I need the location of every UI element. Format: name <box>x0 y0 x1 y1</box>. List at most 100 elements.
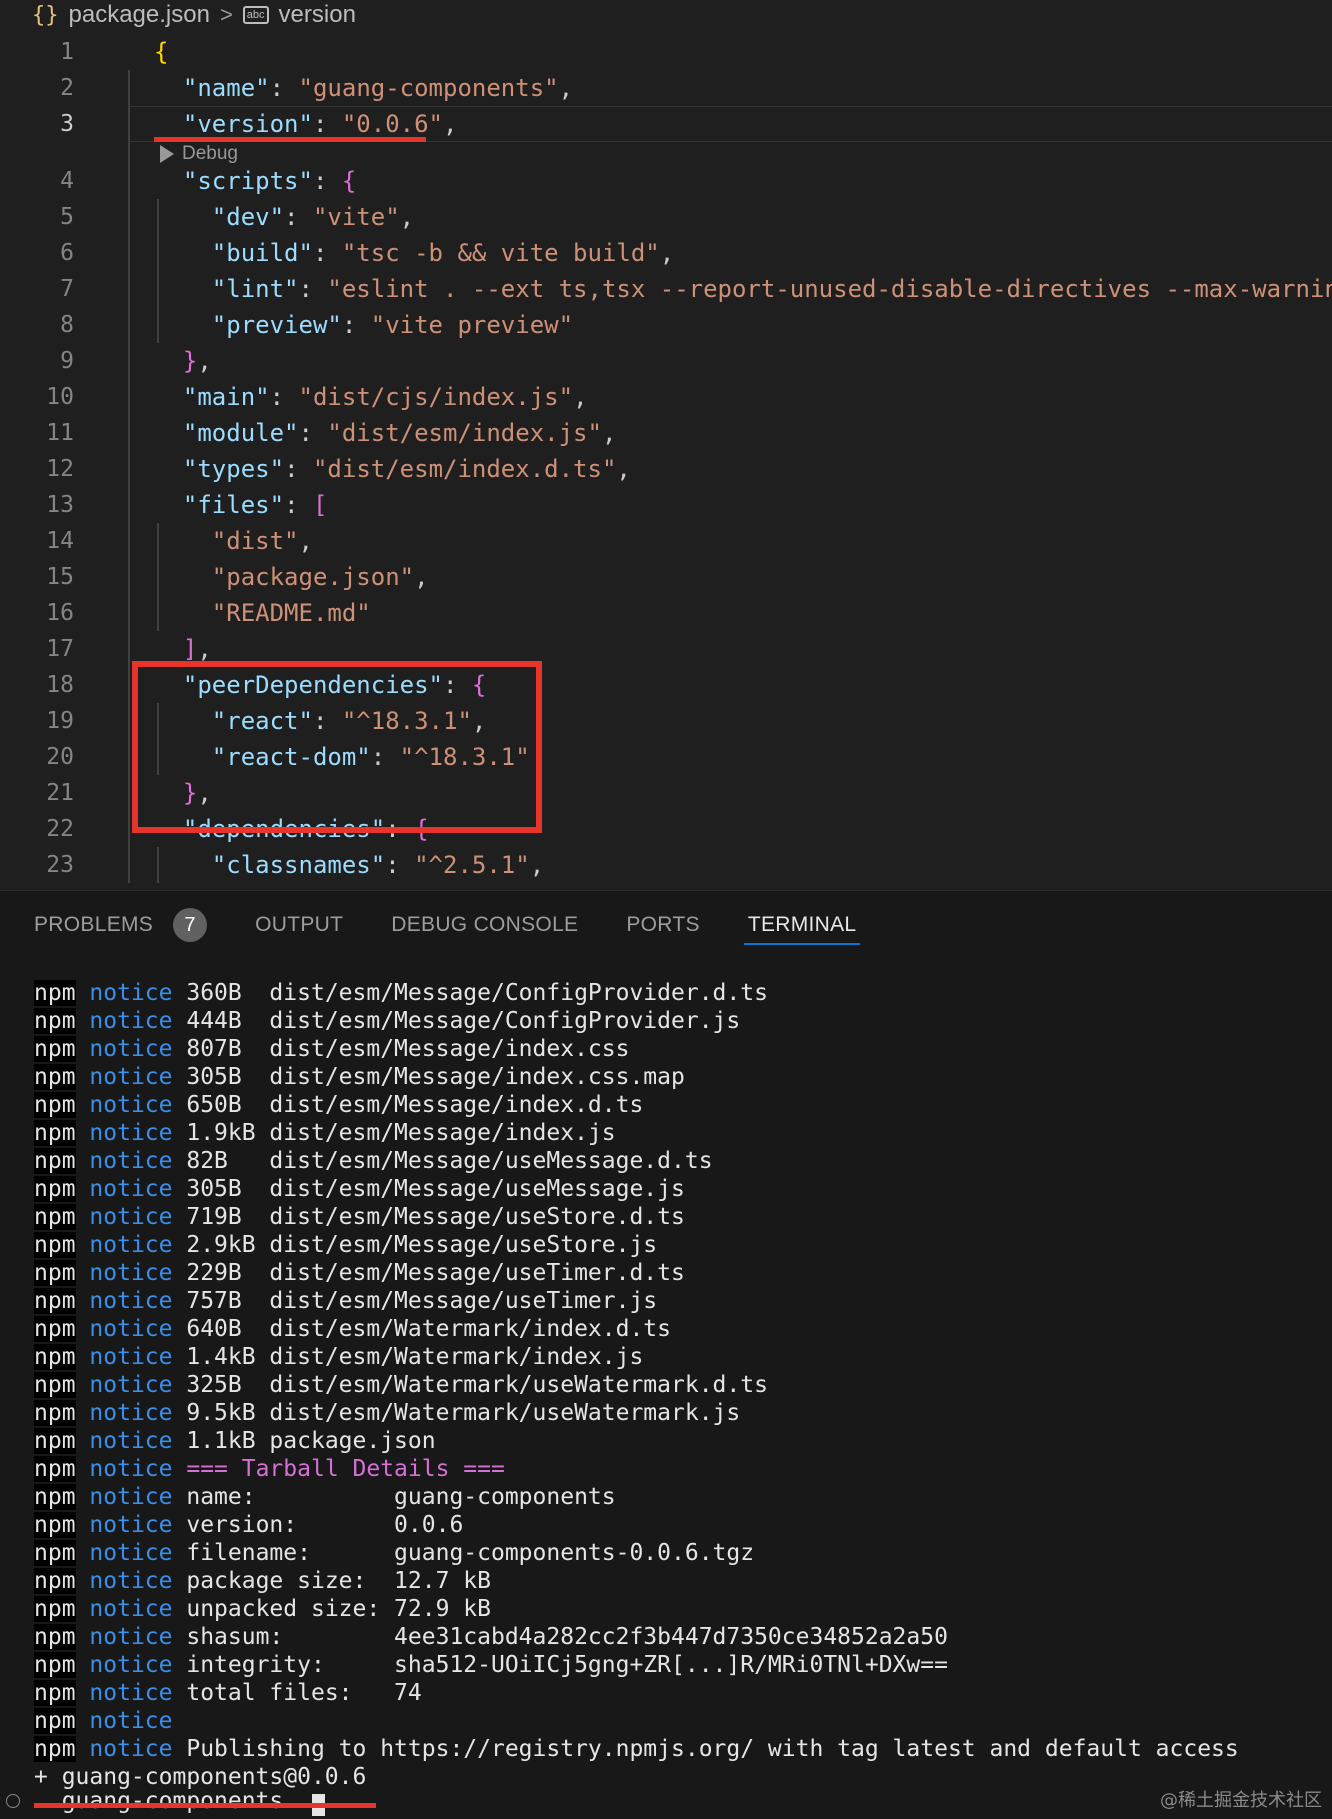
terminal-line: npm notice 807B dist/esm/Message/index.c… <box>34 1035 1324 1063</box>
code-token: "classnames" <box>211 851 386 879</box>
line-number: 5 <box>60 204 74 230</box>
code-token: "files" <box>182 491 285 519</box>
line-number: 3 <box>60 111 74 137</box>
terminal-line-text: shasum: 4ee31cabd4a282cc2f3b447d7350ce34… <box>172 1624 948 1650</box>
terminal-output[interactable]: npm notice 360B dist/esm/Message/ConfigP… <box>34 979 1324 1791</box>
terminal-line-text: 325B dist/esm/Watermark/useWatermark.d.t… <box>172 1372 768 1398</box>
code-text: "types": "dist/esm/index.d.ts", <box>154 455 631 483</box>
npm-prefix: npm <box>34 1624 76 1650</box>
notice-label: notice <box>89 1512 173 1538</box>
notice-label: notice <box>89 1232 173 1258</box>
code-token: "package.json" <box>211 563 415 591</box>
tab-problems[interactable]: PROBLEMS 7 <box>34 891 208 959</box>
code-text: { <box>154 38 168 66</box>
string-symbol-icon: abc <box>242 6 269 24</box>
code-token: } <box>182 347 198 375</box>
tab-ports[interactable]: PORTS <box>626 891 699 959</box>
tab-debug-console[interactable]: DEBUG CONSOLE <box>391 891 578 959</box>
terminal-line: npm notice 640B dist/esm/Watermark/index… <box>34 1315 1324 1343</box>
code-line[interactable]: 8 "preview": "vite preview" <box>0 307 1332 343</box>
npm-prefix: npm <box>34 1568 76 1594</box>
line-number: 10 <box>46 384 74 410</box>
debug-codelens[interactable]: Debug <box>160 139 238 169</box>
code-line[interactable]: 15 "package.json", <box>0 559 1332 595</box>
tab-label: PORTS <box>626 913 700 936</box>
publish-result: + guang-components@0.0.6 <box>34 1764 367 1790</box>
code-token: { <box>341 167 357 195</box>
terminal-line-text: 807B dist/esm/Message/index.css <box>172 1036 630 1062</box>
terminal-line: npm notice name: guang-components <box>34 1483 1324 1511</box>
code-token: "lint" <box>211 275 299 303</box>
code-editor[interactable]: 1{2 "name": "guang-components", 3 "versio… <box>0 34 1332 890</box>
code-text: "scripts": { <box>154 167 356 195</box>
notice-label: notice <box>89 1176 173 1202</box>
code-token: [ <box>312 491 328 519</box>
tab-terminal[interactable]: TERMINAL <box>743 891 861 959</box>
code-line[interactable]: 16 "README.md" <box>0 595 1332 631</box>
code-line[interactable]: 23 "classnames": "^2.5.1", <box>0 847 1332 883</box>
code-line[interactable]: 11 "module": "dist/esm/index.js", <box>0 415 1332 451</box>
terminal-line: npm notice 444B dist/esm/Message/ConfigP… <box>34 1007 1324 1035</box>
notice-label: notice <box>89 1596 173 1622</box>
line-number: 18 <box>46 672 74 698</box>
terminal-line-text: name: guang-components <box>172 1484 616 1510</box>
code-token: : <box>284 455 313 483</box>
tab-label: DEBUG CONSOLE <box>391 913 579 936</box>
breadcrumb-symbol[interactable]: version <box>279 1 356 29</box>
code-token: "vite preview" <box>370 311 574 339</box>
terminal-line-text: filename: guang-components-0.0.6.tgz <box>172 1540 755 1566</box>
code-token: , <box>558 74 574 102</box>
code-token: "types" <box>182 455 285 483</box>
annotation-underline <box>154 137 426 142</box>
terminal-line-text: 82B dist/esm/Message/useMessage.d.ts <box>172 1148 713 1174</box>
code-line[interactable]: 14 "dist", <box>0 523 1332 559</box>
code-token: "dist/esm/index.d.ts" <box>312 455 617 483</box>
circle-icon <box>6 1794 20 1808</box>
line-number: 9 <box>60 348 74 374</box>
terminal-line-text: 305B dist/esm/Message/useMessage.js <box>172 1176 685 1202</box>
npm-prefix: npm <box>34 1316 76 1342</box>
code-line[interactable]: 5 "dev": "vite", <box>0 199 1332 235</box>
npm-prefix: npm <box>34 1120 76 1146</box>
code-line[interactable]: 2 "name": "guang-components", <box>0 70 1332 106</box>
code-line[interactable]: 1{ <box>0 34 1332 70</box>
breadcrumb-file[interactable]: package.json <box>69 1 210 29</box>
code-text: ], <box>154 635 212 663</box>
notice-label: notice <box>89 1064 173 1090</box>
code-token: , <box>399 203 415 231</box>
terminal-line: npm notice 719B dist/esm/Message/useStor… <box>34 1203 1324 1231</box>
code-token: : <box>312 239 342 267</box>
code-line[interactable]: 9 }, <box>0 343 1332 379</box>
terminal-prompt-line[interactable]: guang-components <box>0 1788 1332 1818</box>
notice-label: notice <box>89 1344 173 1370</box>
code-text: "dist", <box>154 527 313 555</box>
code-line[interactable]: 10 "main": "dist/cjs/index.js", <box>0 379 1332 415</box>
code-token: "build" <box>211 239 313 267</box>
tab-output[interactable]: OUTPUT <box>255 891 343 959</box>
terminal-line: npm notice filename: guang-components-0.… <box>34 1539 1324 1567</box>
code-line[interactable]: 6 "build": "tsc -b && vite build", <box>0 235 1332 271</box>
terminal-line: npm notice 325B dist/esm/Watermark/useWa… <box>34 1371 1324 1399</box>
npm-prefix: npm <box>34 1680 76 1706</box>
npm-prefix: npm <box>34 1064 76 1090</box>
terminal-line: npm notice 2.9kB dist/esm/Message/useSto… <box>34 1231 1324 1259</box>
code-line[interactable]: 12 "types": "dist/esm/index.d.ts", <box>0 451 1332 487</box>
code-token: "0.0.6" <box>341 110 444 138</box>
code-token: "vite" <box>312 203 400 231</box>
notice-label: notice <box>89 1204 173 1230</box>
code-token: "dist" <box>211 527 299 555</box>
line-number: 13 <box>46 492 74 518</box>
code-line[interactable]: 13 "files": [ <box>0 487 1332 523</box>
code-token: , <box>573 383 588 411</box>
line-number: 20 <box>46 744 74 770</box>
code-line[interactable]: 7 "lint": "eslint . --ext ts,tsx --repor… <box>0 271 1332 307</box>
code-token: "name" <box>182 74 270 102</box>
terminal-line: npm notice 229B dist/esm/Message/useTime… <box>34 1259 1324 1287</box>
code-token: , <box>659 239 675 267</box>
notice-label: notice <box>89 1736 173 1762</box>
notice-label: notice <box>89 1428 173 1454</box>
code-token: "tsc -b && vite build" <box>341 239 660 267</box>
